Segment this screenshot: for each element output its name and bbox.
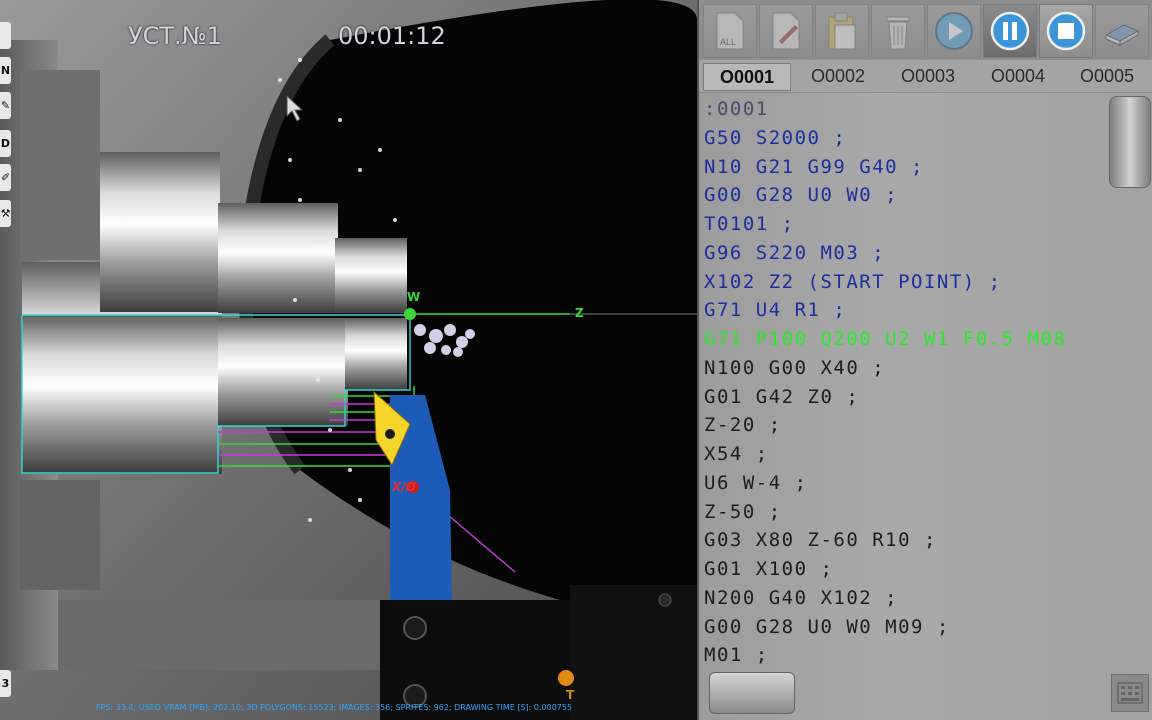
code-line[interactable]: N10 G21 G99 G40 ;: [704, 153, 1104, 182]
code-line[interactable]: U6 W-4 ;: [704, 469, 1104, 498]
code-line[interactable]: X102 Z2 (START POINT) ;: [704, 268, 1104, 297]
delete-button[interactable]: [871, 4, 925, 58]
book-icon: [1104, 24, 1140, 46]
code-line[interactable]: G96 S220 M03 ;: [704, 239, 1104, 268]
code-line[interactable]: X54 ;: [704, 440, 1104, 469]
axis-label-w: W: [407, 290, 421, 304]
code-line[interactable]: G00 G28 U0 W0 M09 ;: [704, 613, 1104, 642]
edit-file-icon: [772, 12, 800, 50]
tool-icon: ⚒: [0, 207, 11, 220]
trash-icon: [886, 16, 910, 50]
side-button-5[interactable]: ✐: [0, 164, 11, 191]
lathe-simulation-view[interactable]: УСТ.№1 00:01:12 W Z X/Ø T N ✎ D ✐ ⚒ 3 FP…: [0, 0, 697, 720]
tab-o0005[interactable]: O0005: [1063, 63, 1151, 89]
stop-icon: [1046, 11, 1086, 51]
all-files-icon: ALL: [716, 12, 744, 50]
code-line[interactable]: G00 G28 U0 W0 ;: [704, 181, 1104, 210]
tab-o0001[interactable]: O0001: [703, 63, 791, 91]
code-line[interactable]: M01 ;: [704, 641, 1104, 670]
code-line[interactable]: G03 X80 Z-60 R10 ;: [704, 526, 1104, 555]
paste-button[interactable]: [815, 4, 869, 58]
pause-icon: [990, 11, 1030, 51]
side-button-1[interactable]: [0, 22, 11, 49]
side-button-3d[interactable]: 3: [0, 670, 11, 697]
pen-icon: ✎: [0, 99, 11, 112]
axis-label-t: T: [566, 688, 575, 702]
code-line[interactable]: G50 S2000 ;: [704, 124, 1104, 153]
axis-label-z: Z: [575, 306, 584, 320]
paste-icon: [828, 12, 856, 50]
keyboard-icon: [1117, 682, 1143, 704]
setup-label: УСТ.№1: [128, 22, 222, 50]
edit-file-button[interactable]: [759, 4, 813, 58]
code-line[interactable]: N200 G40 X102 ;: [704, 584, 1104, 613]
code-line[interactable]: G01 G42 Z0 ;: [704, 383, 1104, 412]
horizontal-scrollbar-thumb[interactable]: [709, 672, 795, 714]
tab-o0004[interactable]: O0004: [975, 63, 1061, 89]
brush-icon: ✐: [0, 171, 11, 184]
side-button-3[interactable]: ✎: [0, 92, 11, 119]
tab-o0003[interactable]: O0003: [885, 63, 971, 89]
tab-o0002[interactable]: O0002: [795, 63, 881, 89]
code-line[interactable]: G01 X100 ;: [704, 555, 1104, 584]
side-button-6[interactable]: ⚒: [0, 200, 11, 227]
code-line[interactable]: :0001: [704, 95, 1104, 124]
program-code-editor[interactable]: :0001 G50 S2000 ; N10 G21 G99 G40 ; G00 …: [704, 95, 1104, 675]
svg-text:ALL: ALL: [720, 37, 736, 47]
fps-status-line: FPS: 33.4; USED VRAM [MB]: 202.10; 3D PO…: [96, 703, 573, 712]
all-files-button[interactable]: ALL: [703, 4, 757, 58]
axis-label-x: X/Ø: [392, 480, 416, 494]
code-line[interactable]: T0101 ;: [704, 210, 1104, 239]
machining-timer: 00:01:12: [338, 22, 446, 50]
keyboard-button[interactable]: [1111, 674, 1149, 712]
code-line[interactable]: N100 G00 X40 ;: [704, 354, 1104, 383]
play-button[interactable]: [927, 4, 981, 58]
simulation-scene: [0, 0, 697, 720]
code-line[interactable]: Z-50 ;: [704, 498, 1104, 527]
play-icon: [935, 12, 973, 50]
manual-button[interactable]: [1095, 4, 1149, 58]
code-line-current[interactable]: G71 P100 Q200 U2 W1 F0.5 M08: [704, 325, 1104, 354]
program-toolbar: ALL: [699, 0, 1152, 60]
vertical-scrollbar-thumb[interactable]: [1109, 96, 1151, 188]
code-line[interactable]: Z-20 ;: [704, 411, 1104, 440]
side-button-d[interactable]: D: [0, 130, 11, 157]
program-tabs: O0001 O0002 O0003 O0004 O0005: [699, 60, 1152, 93]
program-panel: ALL O0001 O0002 O0003 O0004 O0005 :0001 …: [697, 0, 1152, 720]
pause-button[interactable]: [983, 4, 1037, 58]
code-line[interactable]: G71 U4 R1 ;: [704, 296, 1104, 325]
side-button-n[interactable]: N: [0, 57, 11, 84]
stop-button[interactable]: [1039, 4, 1093, 58]
